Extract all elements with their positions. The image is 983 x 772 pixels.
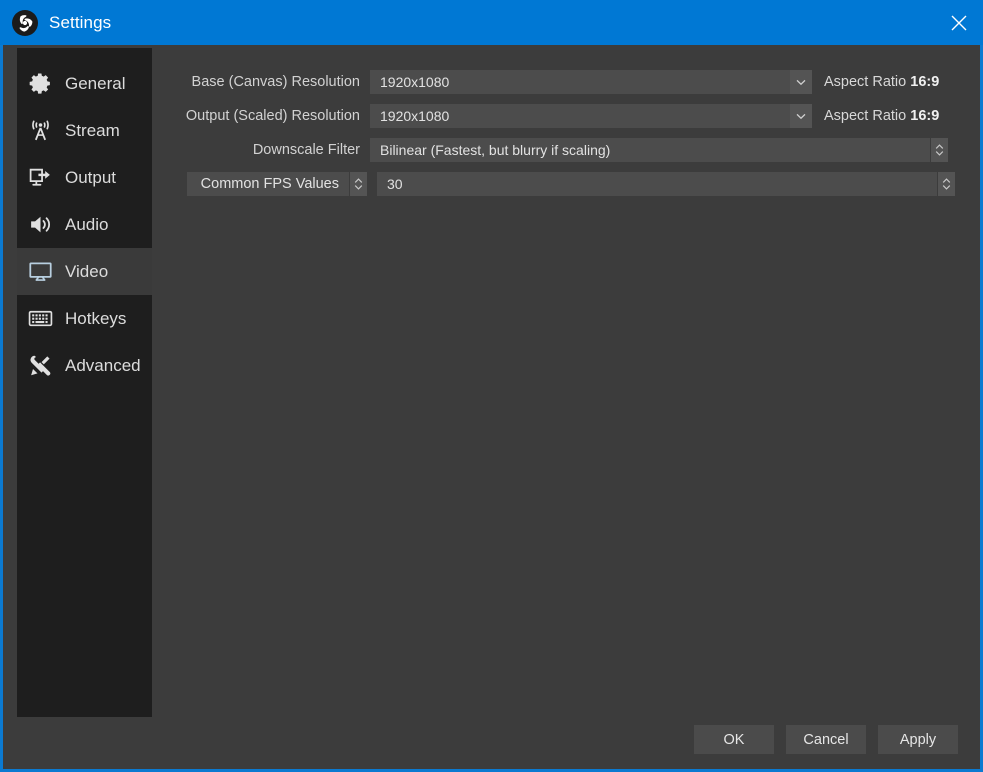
sidebar-item-label: Advanced [65, 355, 141, 375]
output-aspect-label: Aspect Ratio [824, 108, 907, 124]
spinner-arrows-icon[interactable] [930, 138, 948, 162]
base-aspect-ratio: Aspect Ratio 16:9 [824, 74, 939, 90]
settings-sidebar: General Stream Output Audio Video Hotkey… [17, 48, 152, 717]
speaker-icon [24, 209, 56, 241]
fps-mode-combobox[interactable]: Common FPS Values [187, 172, 367, 196]
ok-button[interactable]: OK [694, 725, 774, 754]
sidebar-item-general[interactable]: General [17, 60, 152, 107]
settings-window: Settings General Stream Output Audio Vid… [0, 0, 983, 772]
sidebar-item-advanced[interactable]: Advanced [17, 342, 152, 389]
title-bar: Settings [0, 0, 983, 45]
gear-icon [24, 68, 56, 100]
chevron-down-icon[interactable] [790, 70, 812, 94]
fps-row: Common FPS Values 30 [170, 172, 960, 196]
monitor-icon [24, 256, 56, 288]
video-settings-form: Base (Canvas) Resolution 1920x1080 Aspec… [170, 70, 960, 206]
output-resolution-value: 1920x1080 [380, 108, 450, 124]
downscale-filter-value: Bilinear (Fastest, but blurry if scaling… [380, 142, 611, 158]
fps-value: 30 [387, 176, 403, 192]
sidebar-item-label: Hotkeys [65, 308, 127, 328]
tools-icon [24, 350, 56, 382]
output-resolution-label: Output (Scaled) Resolution [185, 108, 360, 124]
base-aspect-label: Aspect Ratio [824, 74, 907, 90]
base-resolution-row: Base (Canvas) Resolution 1920x1080 Aspec… [170, 70, 960, 94]
output-resolution-combobox[interactable]: 1920x1080 [370, 104, 812, 128]
sidebar-item-label: General [65, 73, 126, 93]
fps-value-combobox[interactable]: 30 [377, 172, 955, 196]
output-monitor-icon [24, 162, 56, 194]
keyboard-icon [24, 303, 56, 335]
output-aspect-ratio: Aspect Ratio 16:9 [824, 108, 939, 124]
sidebar-item-label: Stream [65, 120, 120, 140]
base-resolution-combobox[interactable]: 1920x1080 [370, 70, 812, 94]
fps-mode-value: Common FPS Values [200, 176, 339, 192]
sidebar-item-output[interactable]: Output [17, 154, 152, 201]
cancel-button[interactable]: Cancel [786, 725, 866, 754]
broadcast-icon [24, 115, 56, 147]
obs-logo-icon [12, 9, 38, 36]
base-aspect-value: 16:9 [910, 74, 940, 90]
output-aspect-value: 16:9 [910, 108, 940, 124]
sidebar-item-audio[interactable]: Audio [17, 201, 152, 248]
base-resolution-value: 1920x1080 [380, 74, 450, 90]
sidebar-item-label: Video [65, 261, 109, 281]
sidebar-item-label: Output [65, 167, 117, 187]
sidebar-item-label: Audio [65, 214, 109, 234]
downscale-filter-row: Downscale Filter Bilinear (Fastest, but … [170, 138, 960, 162]
base-resolution-label: Base (Canvas) Resolution [191, 74, 360, 90]
downscale-filter-label: Downscale Filter [252, 142, 360, 158]
dialog-footer: OK Cancel Apply [694, 725, 958, 754]
sidebar-item-hotkeys[interactable]: Hotkeys [17, 295, 152, 342]
chevron-down-icon[interactable] [790, 104, 812, 128]
downscale-filter-combobox[interactable]: Bilinear (Fastest, but blurry if scaling… [370, 138, 948, 162]
window-title: Settings [49, 12, 112, 32]
sidebar-item-video[interactable]: Video [17, 248, 152, 295]
close-icon[interactable] [934, 0, 983, 45]
sidebar-item-stream[interactable]: Stream [17, 107, 152, 154]
apply-button[interactable]: Apply [878, 725, 958, 754]
output-resolution-row: Output (Scaled) Resolution 1920x1080 Asp… [170, 104, 960, 128]
spinner-arrows-icon[interactable] [349, 172, 367, 196]
spinner-arrows-icon[interactable] [937, 172, 955, 196]
